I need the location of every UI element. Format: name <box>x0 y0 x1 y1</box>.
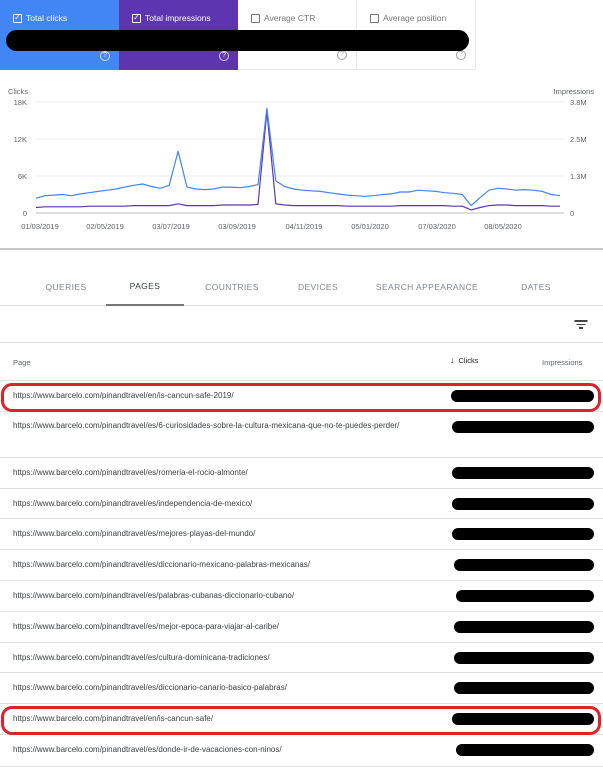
page-url[interactable]: https://www.barcelo.com/pinandtravel/es/… <box>13 497 433 511</box>
series-line <box>35 110 560 211</box>
right-axis-tick-label: 2.5M <box>570 135 587 144</box>
redacted-metric-values <box>454 652 594 664</box>
right-axis-tick-label: 3.8M <box>570 98 587 107</box>
left-axis-tick-label: 6K <box>18 172 27 181</box>
total-impressions-label: Total impressions <box>145 13 211 23</box>
page-url[interactable]: https://www.barcelo.com/pinandtravel/es/… <box>13 589 433 603</box>
redaction-bar <box>6 30 469 51</box>
right-axis-title: Impressions <box>554 87 595 96</box>
checkbox-checked-icon[interactable]: ✓ <box>13 13 22 23</box>
column-header-clicks-label: Clicks <box>458 356 479 365</box>
table-row[interactable]: https://www.barcelo.com/pinandtravel/es/… <box>0 550 603 581</box>
column-header-impressions[interactable]: Impressions <box>542 358 582 367</box>
page-url[interactable]: https://www.barcelo.com/pinandtravel/es/… <box>13 651 433 665</box>
series-line <box>35 107 561 207</box>
x-axis-tick-label: 03/07/2019 <box>152 222 190 231</box>
help-icon[interactable]: ? <box>100 51 110 61</box>
table-row[interactable]: https://www.barcelo.com/pinandtravel/es/… <box>0 412 603 458</box>
redacted-metric-values <box>454 621 594 633</box>
column-header-clicks[interactable]: ↓ Clicks <box>450 355 479 366</box>
chart-divider <box>0 248 603 250</box>
left-axis-tick-label: 18K <box>14 98 27 107</box>
redacted-metric-values <box>452 498 594 510</box>
x-axis-tick-label: 03/09/2019 <box>218 222 256 231</box>
redacted-metric-values <box>452 467 594 479</box>
redacted-metric-values <box>454 559 594 571</box>
table-row[interactable]: https://www.barcelo.com/pinandtravel/es/… <box>0 458 603 489</box>
column-header-page[interactable]: Page <box>13 358 31 367</box>
left-axis-tick-label: 12K <box>14 135 27 144</box>
sort-descending-icon: ↓ <box>450 355 455 365</box>
tab-queries[interactable]: QUERIES <box>35 268 97 306</box>
page-url[interactable]: https://www.barcelo.com/pinandtravel/es/… <box>13 743 433 757</box>
right-axis-tick-label: 1.3M <box>570 172 587 181</box>
x-axis-tick-label: 05/01/2020 <box>351 222 389 231</box>
average-position-label: Average position <box>383 13 447 23</box>
performance-chart-svg: Clicks Impressions 18K 12K 6K 0 3.8M 2.5M 1.3… <box>8 87 595 231</box>
help-icon[interactable]: ? <box>337 50 347 60</box>
redacted-metric-values <box>452 713 594 725</box>
table-row[interactable]: https://www.barcelo.com/pinandtravel/en/… <box>0 704 603 735</box>
left-axis-tick-label: 0 <box>23 209 27 218</box>
tab-pages[interactable]: PAGES <box>106 268 184 306</box>
average-ctr-label: Average CTR <box>264 13 316 23</box>
table-toolbar <box>0 307 603 343</box>
x-axis-tick-label: 02/05/2019 <box>86 222 124 231</box>
filter-icon[interactable] <box>574 319 588 329</box>
table-row[interactable]: https://www.barcelo.com/pinandtravel/es/… <box>0 735 603 767</box>
table-row[interactable]: https://www.barcelo.com/pinandtravel/es/… <box>0 489 603 519</box>
left-axis-title: Clicks <box>8 87 28 96</box>
page-url[interactable]: https://www.barcelo.com/pinandtravel/es/… <box>13 681 433 695</box>
x-axis-tick-label: 01/03/2019 <box>21 222 59 231</box>
tab-devices[interactable]: DEVICES <box>285 268 351 306</box>
help-icon[interactable]: ? <box>456 50 466 60</box>
total-clicks-label: Total clicks <box>26 13 68 23</box>
redacted-metric-values <box>456 590 594 602</box>
page-url[interactable]: https://www.barcelo.com/pinandtravel/en/… <box>13 712 433 726</box>
x-axis-tick-label: 04/11/2019 <box>286 222 323 231</box>
table-row[interactable]: https://www.barcelo.com/pinandtravel/es/… <box>0 673 603 704</box>
x-axis-tick-label: 07/03/2020 <box>418 222 456 231</box>
table-row[interactable]: https://www.barcelo.com/pinandtravel/es/… <box>0 643 603 673</box>
checkbox-checked-icon[interactable]: ✓ <box>132 13 141 23</box>
tab-countries[interactable]: COUNTRIES <box>196 268 268 306</box>
dimension-tabs: QUERIES PAGES COUNTRIES DEVICES SEARCH A… <box>0 268 603 306</box>
page-url[interactable]: https://www.barcelo.com/pinandtravel/es/… <box>13 558 433 572</box>
x-axis-tick-label: 08/05/2020 <box>484 222 522 231</box>
table-row[interactable]: https://www.barcelo.com/pinandtravel/es/… <box>0 519 603 550</box>
table-row[interactable]: https://www.barcelo.com/pinandtravel/es/… <box>0 581 603 612</box>
redacted-metric-values <box>452 421 594 433</box>
redacted-metric-values <box>452 528 594 540</box>
page-url[interactable]: https://www.barcelo.com/pinandtravel/es/… <box>13 620 433 634</box>
table-row[interactable]: https://www.barcelo.com/pinandtravel/en/… <box>0 381 603 412</box>
performance-chart: Clicks Impressions 18K 12K 6K 0 3.8M 2.5M 1.3… <box>0 80 603 250</box>
tab-search-appearance[interactable]: SEARCH APPEARANCE <box>368 268 486 306</box>
checkbox-unchecked-icon[interactable] <box>370 13 379 23</box>
page-url[interactable]: https://www.barcelo.com/pinandtravel/es/… <box>13 466 433 480</box>
page-url[interactable]: https://www.barcelo.com/pinandtravel/en/… <box>13 389 433 403</box>
redacted-metric-values <box>456 744 594 756</box>
checkbox-unchecked-icon[interactable] <box>251 13 260 23</box>
redacted-metric-values <box>454 682 594 694</box>
table-header: Page ↓ Clicks Impressions <box>0 343 603 381</box>
page-url[interactable]: https://www.barcelo.com/pinandtravel/es/… <box>13 419 433 433</box>
redacted-metric-values <box>451 390 594 402</box>
help-icon[interactable]: ? <box>219 51 229 61</box>
table-row[interactable]: https://www.barcelo.com/pinandtravel/es/… <box>0 612 603 643</box>
tab-dates[interactable]: DATES <box>508 268 564 306</box>
right-axis-tick-label: 0 <box>570 209 574 218</box>
page-url[interactable]: https://www.barcelo.com/pinandtravel/es/… <box>13 527 433 541</box>
